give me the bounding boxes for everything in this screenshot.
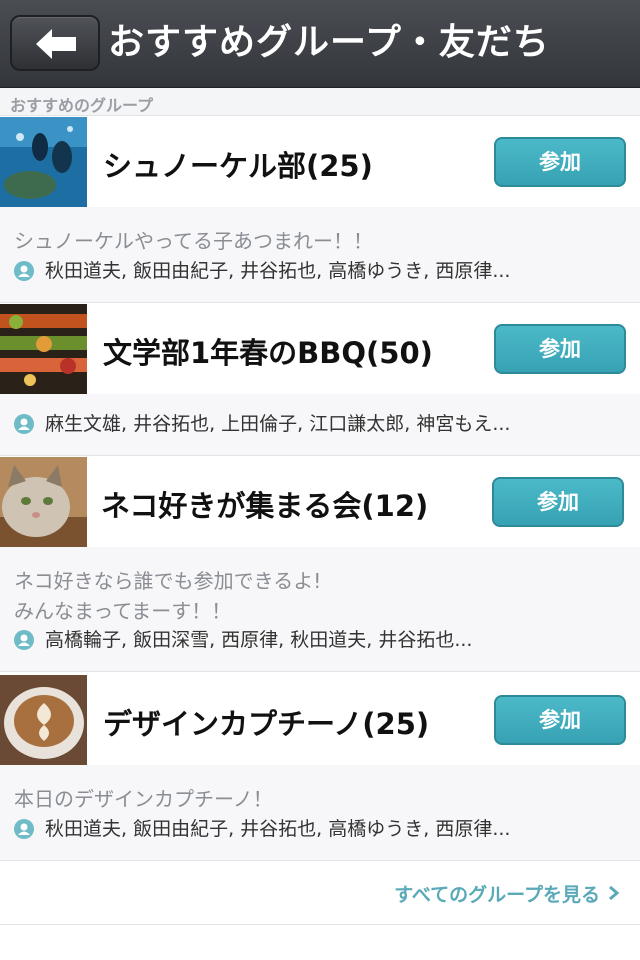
group-name: 文学部1年春のBBQ(50): [103, 336, 433, 370]
member-names: 秋田道夫, 飯田由紀子, 井谷拓也, 高橋ゆうき, 西原律...: [45, 818, 511, 840]
join-button[interactable]: 参加: [494, 324, 626, 374]
group-description-line2: みんなまってまーす！！: [14, 599, 232, 623]
group-name: シュノーケル部(25): [103, 149, 373, 183]
group-description: ネコ好きなら誰でも参加できるよ!: [14, 569, 322, 593]
group-thumbnail: [0, 457, 87, 547]
group-header[interactable]: シュノーケル部(25) 参加: [0, 117, 640, 207]
group-details: 本日のデザインカプチーノ！ 秋田道夫, 飯田由紀子, 井谷拓也, 高橋ゆうき, …: [0, 765, 640, 861]
see-all-groups-link[interactable]: すべてのグループを見る: [394, 880, 620, 907]
person-icon: [14, 630, 34, 650]
see-all-label: すべてのグループを見る: [394, 884, 600, 906]
group-details: 麻生文雄, 井谷拓也, 上田倫子, 江口謙太郎, 神宮もえ...: [0, 394, 640, 456]
person-icon: [14, 414, 34, 434]
person-icon: [14, 261, 34, 281]
divider: [0, 924, 640, 925]
group-details: シュノーケルやってる子あつまれー！！ 秋田道夫, 飯田由紀子, 井谷拓也, 高橋…: [0, 207, 640, 303]
section-header: おすすめのグループ: [0, 88, 640, 116]
arrow-left-icon: [36, 29, 76, 59]
join-button[interactable]: 参加: [492, 477, 624, 527]
group-thumbnail: [0, 304, 87, 394]
group-header[interactable]: 文学部1年春のBBQ(50) 参加: [0, 304, 640, 394]
group-description: シュノーケルやってる子あつまれー！！: [14, 229, 373, 253]
group-header[interactable]: ネコ好きが集まる会(12) 参加: [0, 457, 640, 547]
back-button[interactable]: [10, 15, 100, 71]
group-thumbnail: [0, 675, 87, 765]
member-names: 麻生文雄, 井谷拓也, 上田倫子, 江口謙太郎, 神宮もえ...: [45, 413, 511, 435]
group-description: 本日のデザインカプチーノ！: [14, 787, 273, 811]
group-name: ネコ好きが集まる会(12): [101, 489, 429, 523]
member-names: 高橋輪子, 飯田深雪, 西原律, 秋田道夫, 井谷拓也...: [45, 629, 473, 651]
group-thumbnail: [0, 117, 87, 207]
chevron-right-icon: [608, 884, 620, 906]
navigation-bar: おすすめグループ・友だち: [0, 0, 640, 88]
member-names: 秋田道夫, 飯田由紀子, 井谷拓也, 高橋ゆうき, 西原律...: [45, 260, 511, 282]
person-icon: [14, 819, 34, 839]
join-button[interactable]: 参加: [494, 695, 626, 745]
section-title: おすすめのグループ: [10, 96, 154, 115]
join-button[interactable]: 参加: [494, 137, 626, 187]
page-title: おすすめグループ・友だち: [108, 22, 550, 63]
group-name: デザインカプチーノ(25): [103, 707, 430, 741]
group-header[interactable]: デザインカプチーノ(25) 参加: [0, 675, 640, 765]
group-details: ネコ好きなら誰でも参加できるよ! みんなまってまーす！！ 高橋輪子, 飯田深雪,…: [0, 547, 640, 672]
